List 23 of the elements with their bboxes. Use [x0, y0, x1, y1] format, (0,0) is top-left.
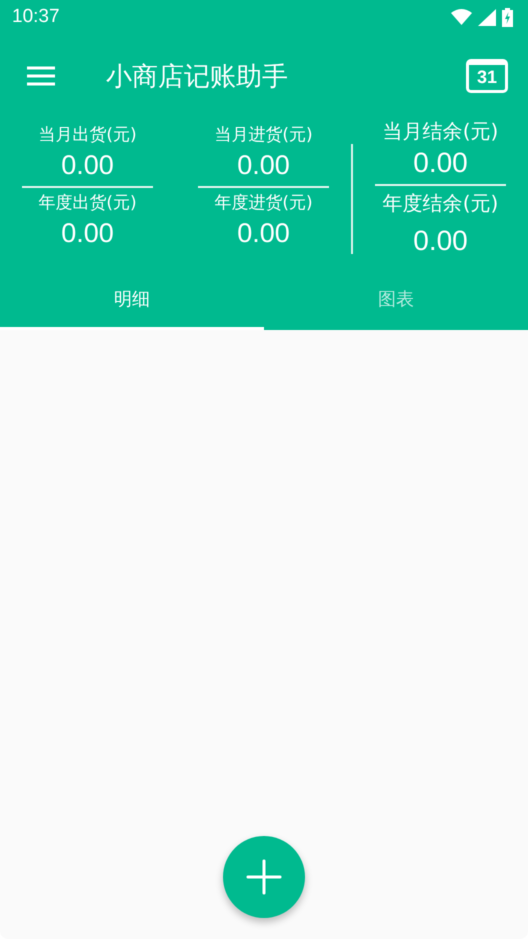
battery-icon: [502, 8, 513, 26]
stat-value: 0.00: [237, 149, 290, 182]
tab[interactable]: 明细: [0, 270, 264, 330]
stat-label: 年度进货(元): [214, 192, 313, 214]
app-title: 小商店记账助手: [106, 60, 289, 94]
stat-value: 0.00: [61, 149, 114, 182]
stat-label: 当月出货(元): [38, 124, 137, 146]
stat-label: 当月进货(元): [214, 124, 313, 146]
stat-value: 0.00: [413, 224, 468, 258]
stat-label: 年度出货(元): [38, 192, 137, 214]
calendar-button[interactable]: 31: [466, 59, 508, 93]
add-button[interactable]: [223, 836, 305, 918]
status-time: 10:37: [12, 6, 60, 28]
stat-value: 0.00: [413, 146, 468, 180]
stat-value: 0.00: [61, 217, 114, 250]
wifi-icon: [451, 9, 472, 25]
plus-icon: [246, 859, 282, 895]
stat-value: 0.00: [237, 217, 290, 250]
tab[interactable]: 图表: [264, 270, 528, 330]
stat-label: 年度结余(元): [382, 190, 498, 216]
stat-label: 当月结余(元): [382, 118, 498, 144]
signal-icon: [478, 8, 496, 26]
menu-icon: [26, 66, 56, 86]
